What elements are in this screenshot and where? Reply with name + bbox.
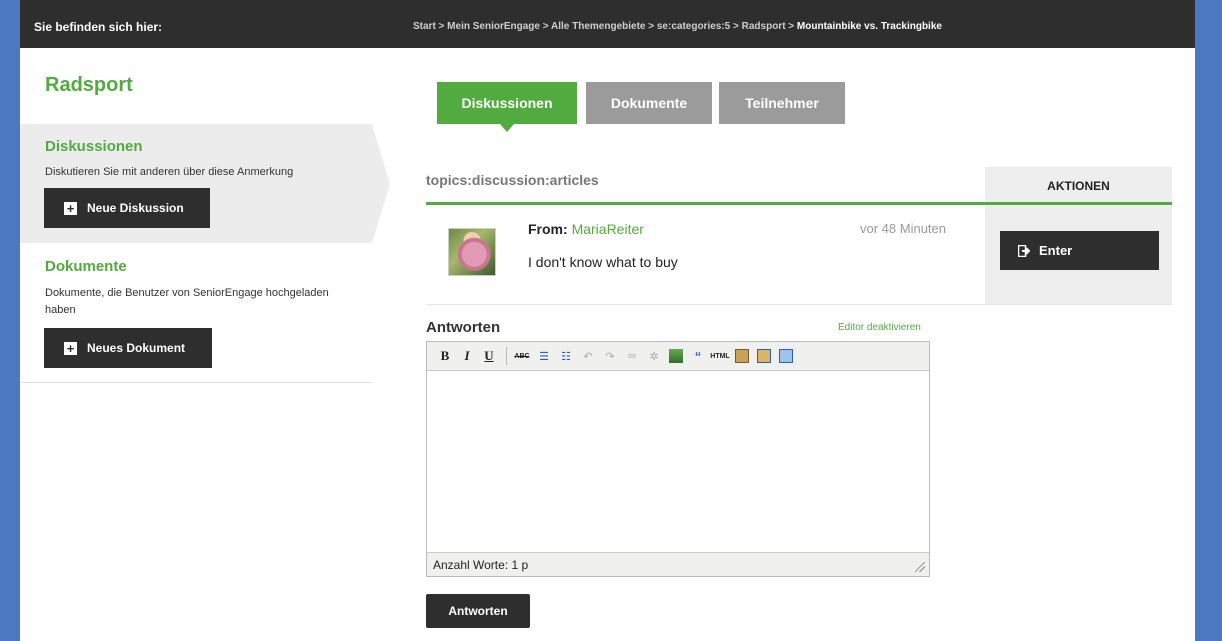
unlink-icon[interactable]: ✲ bbox=[644, 346, 664, 366]
strikethrough-icon[interactable]: ABC bbox=[512, 346, 532, 366]
sidebar-section-discussions: Diskussionen Diskutieren Sie mit anderen… bbox=[20, 124, 390, 243]
sidebar-empty bbox=[20, 383, 372, 641]
editor-toggle-link[interactable]: Editor deaktivieren bbox=[838, 322, 921, 333]
paste-text-icon[interactable] bbox=[732, 346, 752, 366]
html-icon[interactable]: HTML bbox=[710, 346, 730, 366]
category-title: Radsport bbox=[45, 74, 133, 96]
breadcrumb-label: Sie befinden sich hier: bbox=[34, 20, 163, 34]
from-label: From: bbox=[528, 221, 568, 237]
blockquote-icon[interactable]: “ bbox=[688, 346, 708, 366]
page-frame: Sie befinden sich hier: Start > Mein Sen… bbox=[20, 0, 1195, 641]
tab-participants[interactable]: Teilnehmer bbox=[719, 82, 845, 124]
bold-icon[interactable]: B bbox=[435, 346, 455, 366]
sidebar-section-documents: Dokumente Dokumente, die Benutzer von Se… bbox=[20, 243, 372, 383]
fullscreen-icon[interactable] bbox=[776, 346, 796, 366]
breadcrumb[interactable]: Start > Mein SeniorEngage > Alle Themeng… bbox=[413, 21, 942, 32]
reply-submit-button[interactable]: Antworten bbox=[426, 594, 530, 628]
numbered-list-icon[interactable]: ☷ bbox=[556, 346, 576, 366]
post-author-line: From: MariaReiter bbox=[528, 221, 644, 237]
word-count: Anzahl Worte: 1 p bbox=[433, 558, 529, 572]
underline-icon[interactable]: U bbox=[479, 346, 499, 366]
paste-word-icon[interactable] bbox=[754, 346, 774, 366]
undo-icon[interactable]: ↶ bbox=[578, 346, 598, 366]
author-link[interactable]: MariaReiter bbox=[572, 221, 644, 237]
enter-icon bbox=[1018, 244, 1031, 257]
discussions-description: Diskutieren Sie mit anderen über diese A… bbox=[45, 166, 294, 178]
tab-discussions-label: Diskussionen bbox=[461, 95, 553, 111]
documents-description: Dokumente, die Benutzer von SeniorEngage… bbox=[45, 287, 329, 316]
plus-icon: + bbox=[64, 341, 77, 355]
actions-header: AKTIONEN bbox=[1047, 179, 1110, 193]
new-discussion-label: Neue Diskussion bbox=[87, 201, 184, 215]
editor-status-bar: Anzahl Worte: 1 p bbox=[427, 552, 929, 576]
breadcrumb-bar: Sie befinden sich hier: Start > Mein Sen… bbox=[20, 0, 1195, 48]
plus-icon: + bbox=[64, 201, 77, 215]
tab-documents[interactable]: Dokumente bbox=[586, 82, 712, 124]
enter-label: Enter bbox=[1039, 243, 1073, 258]
sidebar: Radsport Diskussionen Diskutieren Sie mi… bbox=[20, 48, 390, 641]
tab-participants-label: Teilnehmer bbox=[745, 95, 819, 111]
toolbar-separator bbox=[506, 347, 507, 365]
image-icon[interactable] bbox=[666, 346, 686, 366]
divider bbox=[426, 202, 1172, 205]
bullet-list-icon[interactable]: ☰ bbox=[534, 346, 554, 366]
resize-grip-icon[interactable] bbox=[915, 562, 925, 572]
breadcrumb-path[interactable]: Start > Mein SeniorEngage > Alle Themeng… bbox=[413, 21, 797, 32]
reply-submit-label: Antworten bbox=[448, 604, 508, 618]
reply-heading: Antworten bbox=[426, 319, 501, 336]
new-document-button[interactable]: + Neues Dokument bbox=[44, 328, 212, 368]
breadcrumb-current: Mountainbike vs. Trackingbike bbox=[796, 21, 942, 32]
redo-icon[interactable]: ↷ bbox=[600, 346, 620, 366]
discussion-heading: topics:discussion:articles bbox=[426, 172, 599, 188]
avatar[interactable] bbox=[448, 228, 496, 276]
tab-discussions[interactable]: Diskussionen bbox=[437, 82, 577, 132]
sidebar-header: Radsport bbox=[20, 48, 372, 124]
post-timestamp: vor 48 Minuten bbox=[860, 221, 946, 236]
documents-heading: Dokumente bbox=[45, 258, 127, 275]
rich-text-editor: B I U ABC ☰ ☷ ↶ ↷ ∞ ✲ “ HTML Anzahl Wort… bbox=[426, 341, 930, 577]
new-discussion-button[interactable]: + Neue Diskussion bbox=[44, 188, 210, 228]
italic-icon[interactable]: I bbox=[457, 346, 477, 366]
tab-documents-label: Dokumente bbox=[610, 95, 688, 111]
editor-toolbar: B I U ABC ☰ ☷ ↶ ↷ ∞ ✲ “ HTML bbox=[427, 342, 929, 371]
row-divider bbox=[426, 304, 1172, 305]
discussions-heading: Diskussionen bbox=[45, 138, 143, 155]
link-icon[interactable]: ∞ bbox=[622, 346, 642, 366]
enter-button[interactable]: Enter bbox=[1000, 231, 1159, 270]
new-document-label: Neues Dokument bbox=[87, 341, 186, 355]
post-message: I don't know what to buy bbox=[528, 254, 678, 270]
